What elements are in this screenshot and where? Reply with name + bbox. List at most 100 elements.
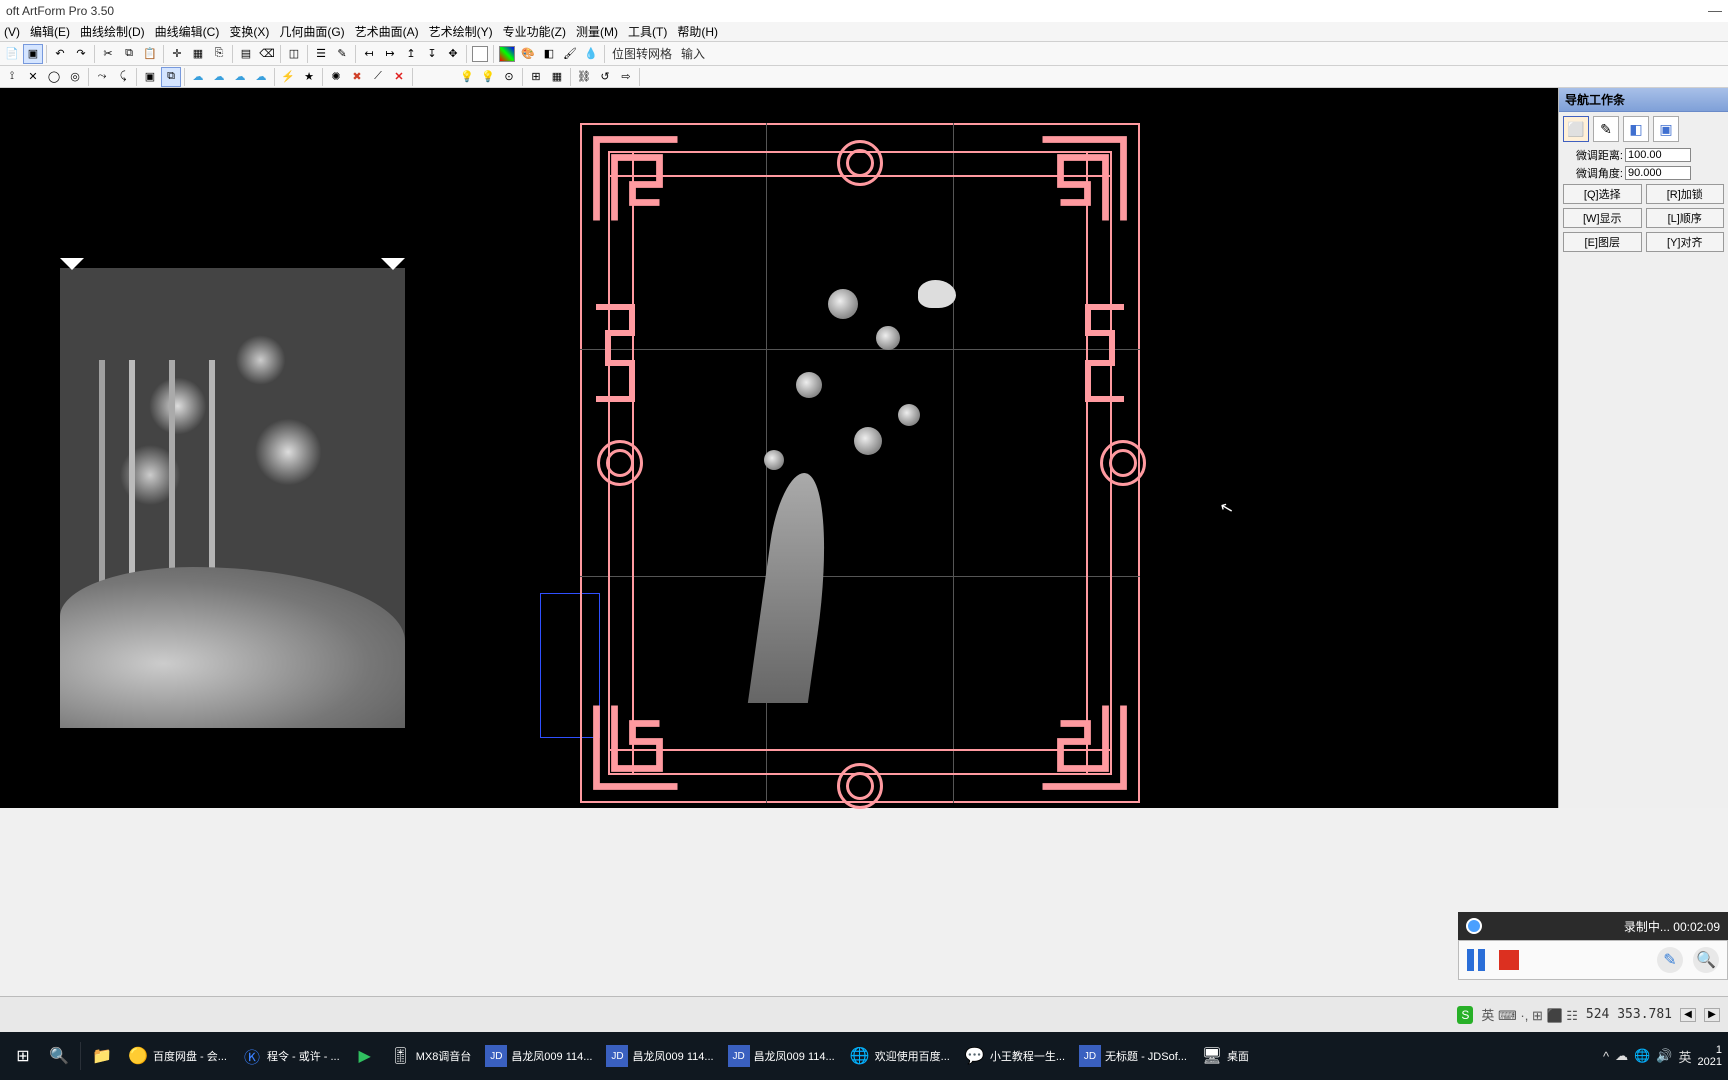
nav-pencil-icon[interactable]: ✎ xyxy=(1593,116,1619,142)
input-label[interactable]: 输入 xyxy=(677,45,709,62)
node-icon[interactable]: ⟟ xyxy=(2,67,22,87)
cloud4-icon[interactable]: ☁ xyxy=(251,67,271,87)
task-kugou[interactable]: Ⓚ程令 - 或许 - ... xyxy=(235,1036,346,1076)
task-jd3[interactable]: JD昌龙凤009 114... xyxy=(722,1036,841,1076)
curve1-icon[interactable]: ⤳ xyxy=(92,67,112,87)
pause-button[interactable] xyxy=(1467,949,1489,971)
menu-edit[interactable]: 编辑(E) xyxy=(30,23,70,40)
cloud1-icon[interactable]: ☁ xyxy=(188,67,208,87)
snap-icon[interactable]: ✛ xyxy=(167,44,187,64)
star-icon[interactable]: ★ xyxy=(299,67,319,87)
palette-icon[interactable]: 🎨 xyxy=(518,44,538,64)
nav-eraser-icon[interactable]: ◧ xyxy=(1623,116,1649,142)
grid2-icon[interactable]: ⊞ xyxy=(526,67,546,87)
task-wechat[interactable]: 💬小王教程一生... xyxy=(958,1036,1071,1076)
arrow-down-icon[interactable]: ↧ xyxy=(422,44,442,64)
canvas[interactable]: ↖ xyxy=(0,88,1558,808)
tray-cloud-icon[interactable]: ☁ xyxy=(1615,1048,1628,1064)
cut-icon[interactable]: ✂ xyxy=(98,44,118,64)
eyedrop-icon[interactable]: 💧 xyxy=(581,44,601,64)
close-red-icon[interactable]: ✕ xyxy=(389,67,409,87)
picker-icon[interactable]: ✎ xyxy=(332,44,352,64)
btn-select[interactable]: [Q]选择 xyxy=(1563,184,1642,204)
menu-draw[interactable]: 曲线绘制(D) xyxy=(80,23,145,40)
task-jd2[interactable]: JD昌龙凤009 114... xyxy=(600,1036,719,1076)
bulb2-icon[interactable]: 💡 xyxy=(478,67,498,87)
scroll-left-icon[interactable]: ◀ xyxy=(1680,1008,1696,1022)
ime-badge[interactable]: S xyxy=(1457,1006,1473,1024)
menu-help[interactable]: 帮助(H) xyxy=(677,23,718,40)
stop-button[interactable] xyxy=(1499,950,1519,970)
taskview-button[interactable]: ⊞ xyxy=(6,1036,40,1076)
scroll-right-icon[interactable]: ▶ xyxy=(1704,1008,1720,1022)
grid3-icon[interactable]: ▦ xyxy=(547,67,567,87)
btn-lock[interactable]: [R]加锁 xyxy=(1646,184,1725,204)
btn-layer[interactable]: [E]图层 xyxy=(1563,232,1642,252)
trim-icon[interactable]: ⌫ xyxy=(257,44,277,64)
task-mx8[interactable]: 🎚MX8调音台 xyxy=(384,1036,478,1076)
chain-icon[interactable]: ⛓ xyxy=(574,67,594,87)
fwd-icon[interactable]: ⇨ xyxy=(616,67,636,87)
rect-icon[interactable] xyxy=(470,44,490,64)
bitmap-label[interactable]: 位图转网格 xyxy=(608,45,676,62)
grid-icon[interactable]: ▦ xyxy=(188,44,208,64)
arrow-up-icon[interactable]: ↥ xyxy=(401,44,421,64)
move-icon[interactable]: ✥ xyxy=(443,44,463,64)
menu-curveedit[interactable]: 曲线编辑(C) xyxy=(155,23,220,40)
tray-net-icon[interactable]: 🌐 xyxy=(1634,1048,1650,1064)
btn-show[interactable]: [W]显示 xyxy=(1563,208,1642,228)
fine-dist-input[interactable] xyxy=(1625,148,1691,162)
explorer-button[interactable]: 📁 xyxy=(85,1036,119,1076)
bulb1-icon[interactable]: 💡 xyxy=(457,67,477,87)
task-jd1[interactable]: JD昌龙凤009 114... xyxy=(479,1036,598,1076)
menu-v[interactable]: (V) xyxy=(4,25,20,39)
select-icon[interactable]: ▣ xyxy=(23,44,43,64)
tray-up-icon[interactable]: ^ xyxy=(1603,1049,1609,1064)
rev-icon[interactable]: ↺ xyxy=(595,67,615,87)
menu-pro[interactable]: 专业功能(Z) xyxy=(503,23,566,40)
arrow-left-icon[interactable]: ↤ xyxy=(359,44,379,64)
undo-icon[interactable]: ↶ xyxy=(50,44,70,64)
fine-angle-input[interactable] xyxy=(1625,166,1691,180)
gradient-icon[interactable]: ◧ xyxy=(539,44,559,64)
copy2-icon[interactable]: ⎘ xyxy=(209,44,229,64)
cloud2-icon[interactable]: ☁ xyxy=(209,67,229,87)
new-icon[interactable]: 📄 xyxy=(2,44,22,64)
relief-bamboo[interactable] xyxy=(60,268,405,728)
dash-icon[interactable]: ⟋ xyxy=(368,67,388,87)
task-browser[interactable]: 🌐欢迎使用百度... xyxy=(843,1036,956,1076)
x-icon[interactable]: ✕ xyxy=(23,67,43,87)
menu-measure[interactable]: 测量(M) xyxy=(576,23,618,40)
boxsel-icon[interactable]: ⧉ xyxy=(161,67,181,87)
task-jdsoft[interactable]: JD无标题 - JDSof... xyxy=(1073,1036,1193,1076)
color-icon[interactable] xyxy=(497,44,517,64)
task-baidu[interactable]: 🟡百度网盘 - 会... xyxy=(121,1036,233,1076)
copy-icon[interactable]: ⧉ xyxy=(119,44,139,64)
task-play[interactable]: ▶ xyxy=(348,1036,382,1076)
tray-vol-icon[interactable]: 🔊 xyxy=(1656,1048,1672,1064)
camera-icon[interactable] xyxy=(1466,918,1482,934)
spray-icon[interactable]: ✺ xyxy=(326,67,346,87)
menu-art-surface[interactable]: 艺术曲面(A) xyxy=(355,23,419,40)
zoom-tool-icon[interactable]: 🔍 xyxy=(1693,947,1719,973)
brush-icon[interactable]: 🖌 xyxy=(560,44,580,64)
target-icon[interactable]: ◎ xyxy=(65,67,85,87)
bulb3-icon[interactable]: ⊙ xyxy=(499,67,519,87)
box-icon[interactable]: ▣ xyxy=(140,67,160,87)
cloud3-icon[interactable]: ☁ xyxy=(230,67,250,87)
circle-icon[interactable]: ◯ xyxy=(44,67,64,87)
menu-art-draw[interactable]: 艺术绘制(Y) xyxy=(429,23,493,40)
wire-icon[interactable]: ◫ xyxy=(284,44,304,64)
redo-icon[interactable]: ↷ xyxy=(71,44,91,64)
search-button[interactable]: 🔍 xyxy=(42,1036,76,1076)
bolt-icon[interactable]: ⚡ xyxy=(278,67,298,87)
arrow-right-icon[interactable]: ↦ xyxy=(380,44,400,64)
nav-select-icon[interactable]: ▣ xyxy=(1653,116,1679,142)
btn-align[interactable]: [Y]对齐 xyxy=(1646,232,1725,252)
btn-order[interactable]: [L]顺序 xyxy=(1646,208,1725,228)
minimize-button[interactable]: — xyxy=(1708,2,1722,18)
menu-tools[interactable]: 工具(T) xyxy=(628,23,667,40)
xtool-icon[interactable]: ✖ xyxy=(347,67,367,87)
hatch-icon[interactable]: ▤ xyxy=(236,44,256,64)
clock[interactable]: 1 2021 xyxy=(1698,1044,1722,1068)
